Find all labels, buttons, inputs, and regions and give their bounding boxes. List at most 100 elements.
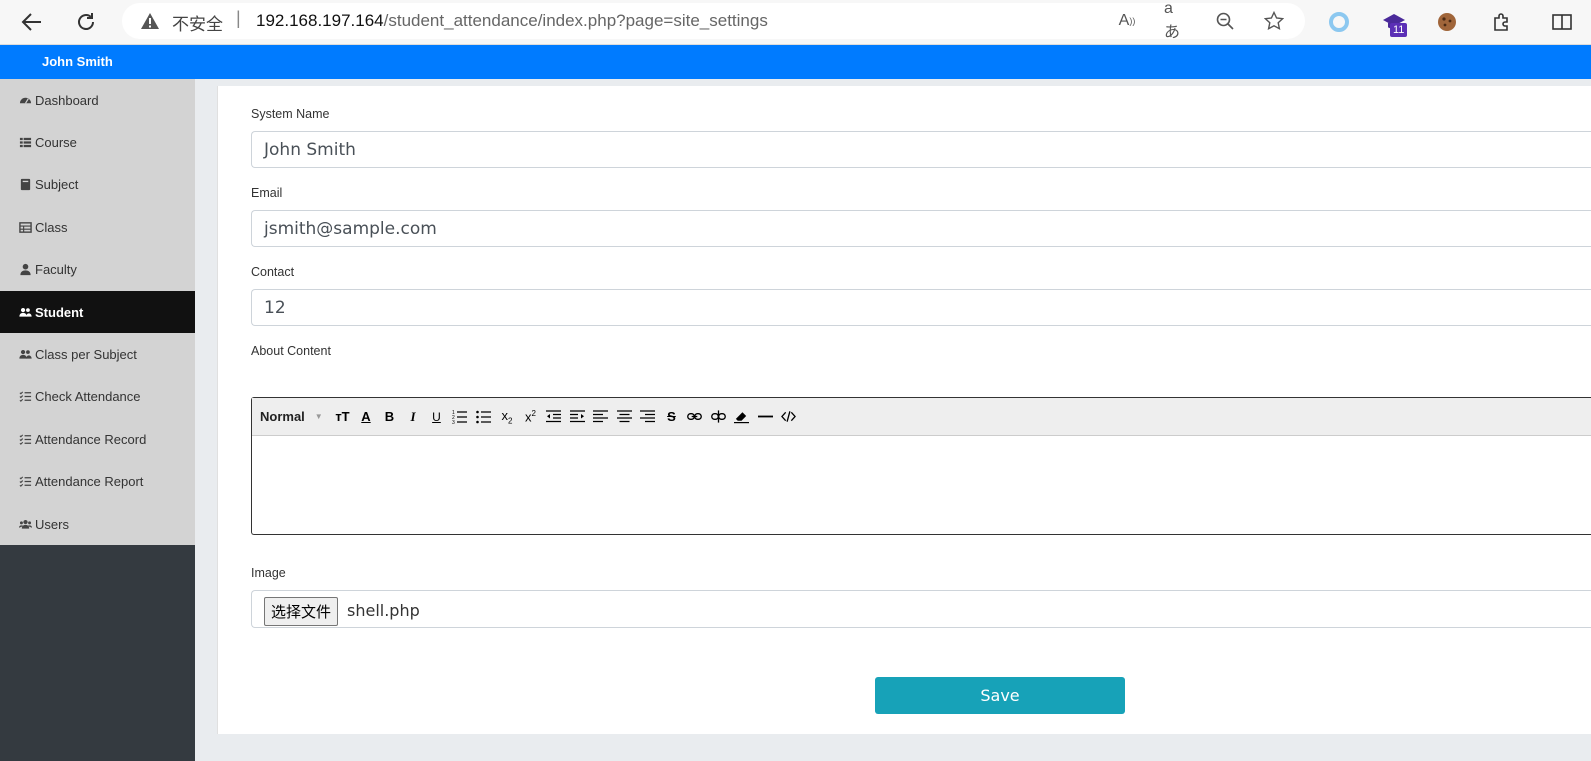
- superscript-button[interactable]: x2: [519, 406, 543, 428]
- image-file-input: 选择文件 shell.php: [251, 590, 1591, 628]
- sidebar-item-label: Attendance Record: [35, 431, 147, 447]
- bullet-list-icon: [476, 410, 491, 424]
- sidebar-item-attendance-report[interactable]: Attendance Report: [0, 461, 195, 503]
- svg-text:3: 3: [452, 420, 455, 424]
- code-icon: [781, 411, 797, 422]
- horizontal-rule-button[interactable]: [754, 406, 778, 428]
- contact-input[interactable]: 12: [251, 289, 1591, 326]
- underline-icon: U: [432, 409, 441, 424]
- sidebar-item-dashboard[interactable]: Dashboard: [0, 79, 195, 121]
- align-right-icon: [640, 410, 656, 423]
- sidebar-item-label: Course: [35, 135, 77, 151]
- link-button[interactable]: [683, 406, 707, 428]
- extensions-puzzle-icon[interactable]: [1488, 8, 1516, 36]
- sidebar-item-label: Subject: [35, 177, 79, 193]
- reload-icon[interactable]: [70, 6, 102, 38]
- save-button[interactable]: Save: [875, 677, 1125, 714]
- tachometer-icon: [19, 97, 32, 104]
- translate-icon[interactable]: aあ: [1164, 0, 1186, 41]
- extension-circle-icon[interactable]: [1325, 8, 1353, 36]
- book-icon: [20, 179, 31, 191]
- bullet-list-button[interactable]: [472, 406, 496, 428]
- style-dropdown[interactable]: Normal ▼: [260, 409, 323, 424]
- ordered-list-button[interactable]: 123: [448, 406, 472, 428]
- users-icon: [19, 349, 32, 359]
- sidebar-item-label: Class per Subject: [35, 347, 137, 363]
- insecure-label: 不安全: [172, 15, 223, 35]
- sidebar-item-label: Class: [35, 219, 68, 235]
- outdent-icon: [546, 410, 562, 423]
- sidebar: Dashboard Course Subject Class Faculty S…: [0, 79, 195, 761]
- align-center-button[interactable]: [613, 406, 637, 428]
- sidebar-item-attendance-record[interactable]: Attendance Record: [0, 418, 195, 460]
- user-tie-icon: [20, 264, 31, 276]
- subscript-icon: x2: [501, 407, 513, 426]
- sidebar-item-label: Dashboard: [35, 92, 99, 108]
- sidebar-item-course[interactable]: Course: [0, 121, 195, 163]
- align-right-button[interactable]: [636, 406, 660, 428]
- system-name-input[interactable]: John Smith: [251, 131, 1591, 168]
- horizontal-rule-icon: [757, 415, 773, 418]
- font-color-button[interactable]: A: [354, 406, 378, 428]
- unlink-icon: [711, 410, 726, 423]
- sidebar-item-subject[interactable]: Subject: [0, 164, 195, 206]
- indent-button[interactable]: [566, 406, 590, 428]
- url-path: /student_attendance/index.php?page=site_…: [383, 11, 768, 30]
- bold-button[interactable]: B: [378, 406, 402, 428]
- sidebar-item-student[interactable]: Student: [0, 290, 195, 334]
- sidebar-item-label: Faculty: [35, 262, 77, 278]
- choose-file-button[interactable]: 选择文件: [264, 597, 339, 626]
- caret-down-icon: ▼: [314, 412, 323, 421]
- align-center-icon: [616, 410, 632, 423]
- code-view-button[interactable]: [777, 406, 801, 428]
- back-icon[interactable]: [16, 6, 48, 38]
- zoom-out-icon[interactable]: [1214, 10, 1236, 32]
- link-icon: [687, 413, 703, 420]
- split-screen-icon[interactable]: [1548, 8, 1576, 36]
- eraser-icon: [734, 412, 750, 424]
- ordered-list-icon: 123: [452, 410, 468, 424]
- tasks-icon: [19, 476, 32, 488]
- list-icon: [19, 137, 32, 148]
- address-separator: |: [236, 8, 241, 28]
- font-size-icon: тT: [335, 409, 350, 424]
- strikethrough-button[interactable]: S: [660, 406, 684, 428]
- email-label: Email: [251, 186, 283, 200]
- users-icon: [19, 307, 32, 317]
- editor-content-area[interactable]: [252, 436, 1591, 534]
- sidebar-item-label: Attendance Report: [35, 474, 144, 490]
- system-name-label: System Name: [251, 107, 330, 121]
- about-content-editor: Normal ▼ тT A B I U 123 x2 x2 S: [251, 397, 1591, 535]
- font-size-button[interactable]: тT: [331, 406, 355, 428]
- strikethrough-icon: S: [667, 409, 676, 424]
- unlink-button[interactable]: [707, 406, 731, 428]
- address-bar[interactable]: 不安全 | 192.168.197.164/student_attendance…: [122, 0, 1305, 41]
- sidebar-item-class[interactable]: Class: [0, 206, 195, 248]
- sidebar-item-users[interactable]: Users: [0, 503, 195, 545]
- subscript-button[interactable]: x2: [495, 406, 519, 428]
- outdent-button[interactable]: [542, 406, 566, 428]
- table-icon: [19, 222, 32, 233]
- sidebar-item-check-attendance[interactable]: Check Attendance: [0, 376, 195, 418]
- bold-icon: B: [384, 409, 395, 424]
- sidebar-item-faculty[interactable]: Faculty: [0, 249, 195, 291]
- email-input[interactable]: jsmith@sample.com: [251, 210, 1591, 247]
- cookie-icon[interactable]: [1433, 8, 1461, 36]
- read-aloud-icon[interactable]: A)): [1116, 10, 1138, 32]
- align-left-button[interactable]: [589, 406, 613, 428]
- sidebar-nav: Dashboard Course Subject Class Faculty S…: [0, 79, 195, 546]
- sidebar-item-label: Users: [35, 516, 69, 532]
- warning-icon: [141, 13, 159, 29]
- italic-icon: I: [410, 408, 416, 424]
- sidebar-item-label: Check Attendance: [35, 389, 141, 405]
- italic-button[interactable]: I: [401, 406, 425, 428]
- selected-file-name: shell.php: [347, 601, 420, 620]
- extension-badge: 11: [1390, 23, 1408, 37]
- style-dropdown-value: Normal: [260, 409, 305, 424]
- app-header: John Smith: [0, 45, 1591, 79]
- underline-button[interactable]: U: [425, 406, 449, 428]
- favorite-star-icon[interactable]: [1263, 10, 1285, 32]
- clear-format-button[interactable]: [730, 406, 754, 428]
- browser-toolbar: 不安全 | 192.168.197.164/student_attendance…: [0, 0, 1591, 45]
- sidebar-item-class-per-subject[interactable]: Class per Subject: [0, 333, 195, 375]
